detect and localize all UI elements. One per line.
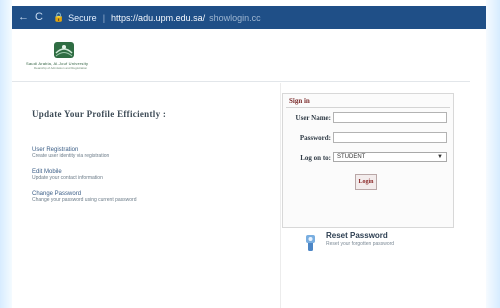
logon-select-value: STUDENT: [337, 154, 366, 160]
logo-text-line2: Deanship of Admission and Registration: [34, 66, 88, 70]
logon-select[interactable]: STUDENT ▼: [333, 152, 447, 162]
site-logo[interactable]: Saudi Arabia, Al-Jouf University Deanshi…: [26, 39, 146, 79]
signin-title: Sign in: [289, 97, 310, 105]
signin-divider: [286, 107, 450, 108]
secure-label: Secure: [68, 12, 97, 23]
profile-info-column: Update Your Profile Efficiently : User R…: [32, 109, 252, 213]
profile-headline: Update Your Profile Efficiently :: [32, 109, 167, 119]
link-description: Change your password using current passw…: [32, 197, 137, 203]
address-bar[interactable]: 🔒 Secure | https://adu.upm.edu.sa/ showl…: [53, 12, 261, 23]
university-logo-icon: [54, 42, 74, 58]
browser-toolbar: ← C 🔒 Secure | https://adu.upm.edu.sa/ s…: [12, 6, 486, 30]
password-label: Password:: [299, 134, 331, 142]
left-decor-frame: [0, 0, 12, 308]
list-item[interactable]: User Registration Create user identity v…: [32, 147, 252, 159]
login-button[interactable]: Login: [355, 174, 377, 190]
url-host: https://adu.upm.edu.sa/: [111, 12, 206, 23]
reload-icon[interactable]: C: [35, 6, 43, 29]
key-icon: [306, 235, 315, 251]
list-item[interactable]: Change Password Change your password usi…: [32, 191, 252, 203]
list-item[interactable]: Edit Mobile Update your contact informat…: [32, 169, 252, 181]
url-path: showlogin.cc: [209, 12, 261, 23]
username-input[interactable]: [333, 112, 447, 123]
reset-password-description: Reset your forgotten password: [326, 241, 395, 247]
reset-password-link[interactable]: Reset Password Reset your forgotten pass…: [304, 229, 474, 259]
link-description: Create user identity via registration: [32, 153, 110, 159]
url-separator: |: [102, 12, 106, 23]
link-description: Update your contact information: [32, 175, 103, 181]
login-page: Saudi Arabia, Al-Jouf University Deanshi…: [12, 29, 486, 308]
column-divider: [280, 83, 281, 308]
password-input[interactable]: [333, 132, 447, 143]
chevron-down-icon: ▼: [437, 154, 443, 160]
header-divider: [12, 81, 470, 82]
signin-panel: Sign in User Name: Password: Log on to: …: [282, 93, 454, 228]
reset-password-title[interactable]: Reset Password: [326, 231, 388, 240]
lock-icon: 🔒: [52, 12, 65, 22]
username-label: User Name:: [295, 114, 331, 122]
right-decor-frame: [486, 0, 500, 308]
logon-label: Log on to:: [300, 154, 331, 162]
back-icon[interactable]: ←: [18, 6, 29, 29]
browser-nav: ← C: [18, 6, 43, 29]
